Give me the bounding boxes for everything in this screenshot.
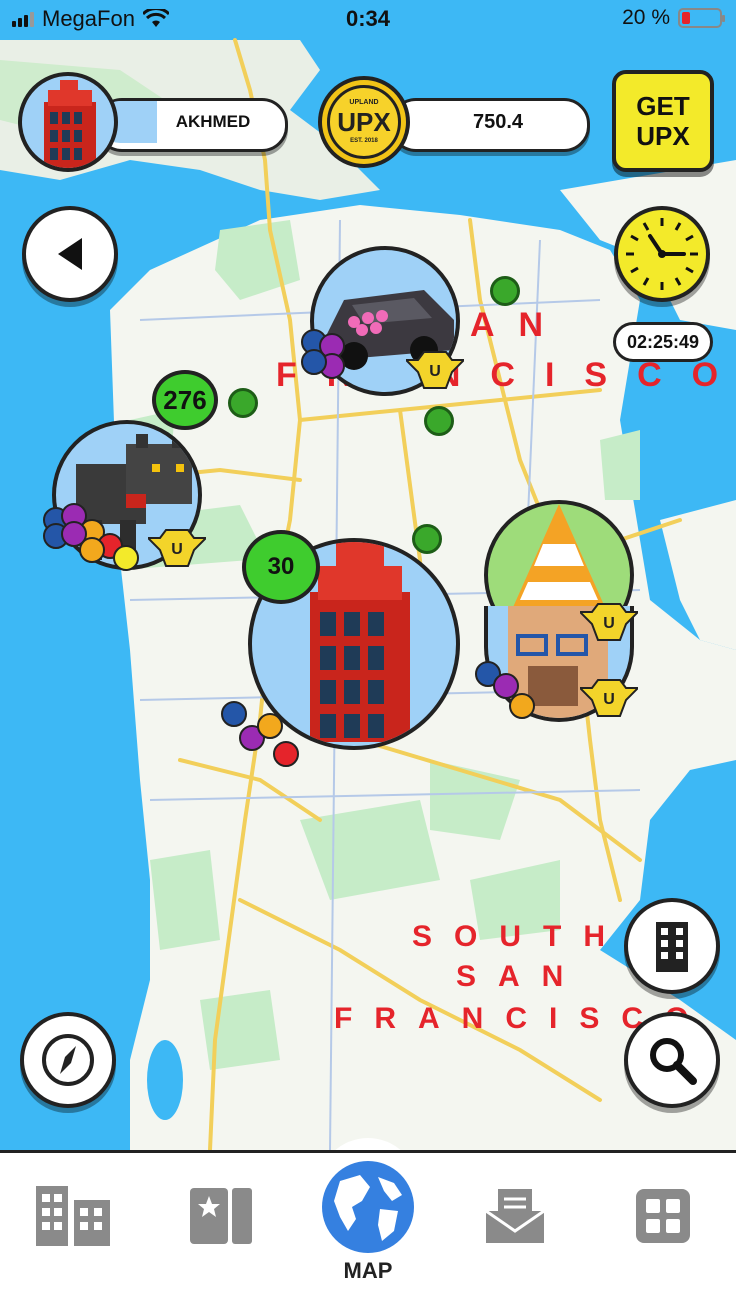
- compass-icon: [42, 1034, 94, 1086]
- map-label-south-line2: SAN: [456, 960, 586, 993]
- avatar[interactable]: [18, 72, 118, 172]
- map-label-san-francisco-line1: AN: [470, 306, 568, 344]
- tab-map[interactable]: [322, 1161, 414, 1253]
- profile-pill[interactable]: AKHMED: [96, 98, 288, 152]
- upx-balance: 750.4: [472, 111, 524, 133]
- buildings-filter-button[interactable]: [624, 898, 720, 994]
- coin-top-text: UPLAND: [349, 99, 379, 106]
- upland-shield-icon: U: [580, 679, 638, 717]
- tab-collections[interactable]: [176, 1181, 266, 1251]
- get-upx-button[interactable]: GET UPX: [612, 70, 714, 172]
- svg-text:U: U: [603, 691, 615, 708]
- coin-bottom-text: EST. 2018: [350, 138, 378, 144]
- svg-text:U: U: [171, 541, 183, 558]
- upx-coin-icon: UPLAND UPX EST. 2018: [318, 76, 410, 168]
- map-pin[interactable]: [412, 524, 442, 554]
- coin-label: UPX: [337, 107, 391, 137]
- tab-properties[interactable]: [28, 1181, 118, 1251]
- status-bar: MegaFon 0:34 20 %: [0, 0, 736, 42]
- clock-button[interactable]: [614, 206, 710, 302]
- token-stack-icon: [475, 661, 535, 719]
- upland-shield-icon: U: [580, 603, 638, 641]
- map-pin[interactable]: [424, 406, 454, 436]
- grid-menu-icon: [636, 1189, 690, 1243]
- clock-icon: [626, 218, 698, 290]
- compass-button[interactable]: [20, 1012, 116, 1108]
- map-label-south-line1: SOUTH: [412, 920, 627, 953]
- search-icon: [650, 1038, 697, 1085]
- globe-icon: [334, 1175, 402, 1241]
- tab-inbox[interactable]: [470, 1181, 560, 1251]
- tab-menu[interactable]: [618, 1181, 708, 1251]
- token-stack-icon: [43, 503, 139, 571]
- tab-map-label: MAP: [343, 1258, 393, 1283]
- building-icon: [656, 922, 688, 972]
- battery-percent: 20 %: [622, 6, 670, 29]
- battery-status: 20 %: [622, 6, 725, 30]
- battery-icon: [678, 8, 725, 28]
- map-pin[interactable]: [228, 388, 258, 418]
- inbox-icon: [485, 1189, 545, 1243]
- cluster-count-badge[interactable]: 276: [152, 370, 218, 430]
- search-button[interactable]: [624, 1012, 720, 1108]
- username: AKHMED: [175, 112, 251, 131]
- map-pin[interactable]: [490, 276, 520, 306]
- upland-shield-icon: U: [148, 529, 206, 567]
- svg-text:U: U: [429, 363, 441, 380]
- buildings-icon: [36, 1186, 110, 1246]
- svg-text:U: U: [603, 615, 615, 632]
- back-button[interactable]: [22, 206, 118, 302]
- collection-book-icon: [190, 1188, 252, 1244]
- building-avatar-icon: [44, 80, 96, 168]
- cluster-count-badge[interactable]: 30: [242, 530, 320, 604]
- timer: 02:25:49: [613, 322, 713, 362]
- token-stack-icon: [301, 329, 345, 379]
- token-stack-icon: [221, 701, 299, 767]
- upland-shield-icon: U: [406, 351, 464, 389]
- back-arrow-icon: [58, 238, 82, 270]
- bottom-nav: [0, 1150, 736, 1312]
- balance-pill[interactable]: 750.4: [390, 98, 590, 152]
